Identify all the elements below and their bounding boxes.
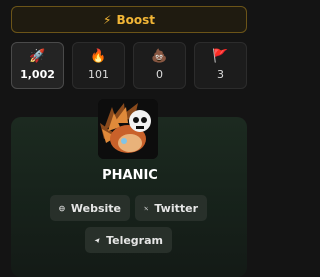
fire-icon: 🔥 [90, 49, 107, 64]
reaction-poop[interactable]: 💩 0 [133, 42, 186, 89]
hedgehog-avatar-icon [98, 99, 158, 159]
reaction-count: 0 [156, 68, 163, 81]
website-label: Website [70, 201, 121, 215]
reaction-rocket[interactable]: 🚀 1,002 [11, 42, 64, 89]
reaction-flag[interactable]: 🚩 3 [194, 42, 247, 89]
boost-button[interactable]: ⚡ Boost [11, 6, 247, 33]
telegram-button[interactable]: Telegram [85, 227, 172, 253]
rocket-icon: 🚀 [29, 49, 46, 64]
x-logo-icon [144, 206, 149, 210]
twitter-button[interactable]: Twitter [135, 195, 207, 221]
reaction-count: 3 [217, 68, 224, 81]
poop-icon: 💩 [151, 49, 168, 64]
globe-icon [59, 205, 65, 211]
token-name: PHANIC [102, 168, 158, 183]
telegram-label: Telegram [106, 233, 163, 247]
reaction-count: 101 [88, 68, 109, 81]
reaction-fire[interactable]: 🔥 101 [72, 42, 125, 89]
token-avatar [98, 99, 158, 159]
website-button[interactable]: Website [50, 195, 130, 221]
lightning-icon: ⚡ [103, 12, 112, 27]
reaction-count: 1,002 [20, 68, 55, 81]
reaction-stats: 🚀 1,002 🔥 101 💩 0 🚩 3 [11, 42, 247, 89]
telegram-icon [94, 237, 100, 243]
twitter-label: Twitter [154, 201, 198, 215]
boost-label: Boost [116, 12, 155, 27]
red-flag-icon: 🚩 [212, 49, 229, 64]
